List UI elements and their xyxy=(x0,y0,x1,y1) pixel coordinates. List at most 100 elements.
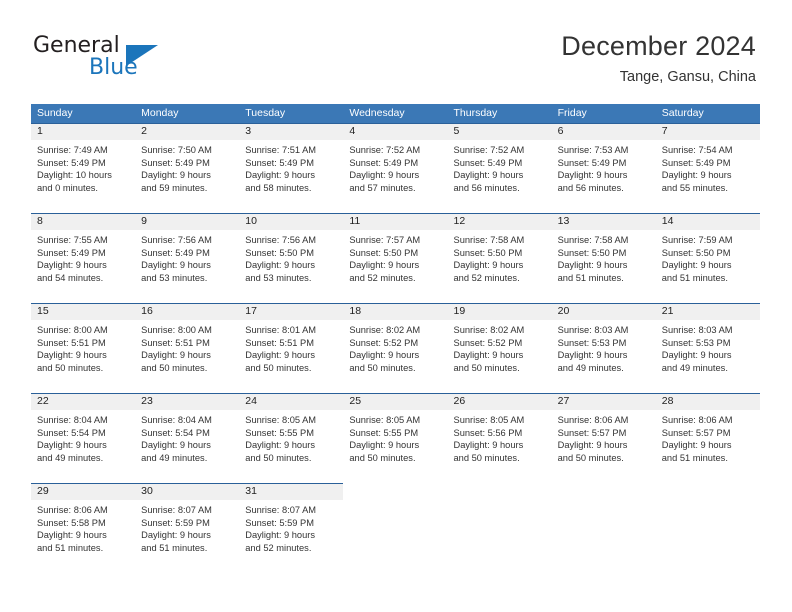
day-details: Sunrise: 8:00 AM Sunset: 5:51 PM Daylight:… xyxy=(135,320,239,374)
sunset-time: Sunset: 5:56 PM xyxy=(453,427,523,438)
daylight-duration-line2: and 51 minutes. xyxy=(661,452,728,463)
day-cell[interactable]: 8 Sunrise: 7:55 AM Sunset: 5:49 PM Daylight… xyxy=(31,213,136,303)
daylight-duration-line1: Daylight: 9 hours xyxy=(661,170,732,181)
day-number-band: 26 xyxy=(447,393,552,410)
day-cell[interactable]: 7 Sunrise: 7:54 AM Sunset: 5:49 PM Daylight… xyxy=(655,123,760,213)
day-number-band: 19 xyxy=(447,303,552,320)
day-cell-empty xyxy=(656,483,760,573)
sunrise-time: Sunrise: 7:51 AM xyxy=(245,145,317,155)
sunrise-time: Sunrise: 8:03 AM xyxy=(661,325,733,335)
day-number-band: 6 xyxy=(551,123,656,140)
day-cell[interactable]: 4 Sunrise: 7:52 AM Sunset: 5:49 PM Daylight… xyxy=(343,123,448,213)
day-details: Sunrise: 8:02 AM Sunset: 5:52 PM Daylight:… xyxy=(448,320,552,374)
weekday-header-monday: Monday xyxy=(141,107,179,119)
day-cell[interactable]: 10 Sunrise: 7:56 AM Sunset: 5:50 PM Dayligh… xyxy=(239,213,344,303)
day-cell-empty xyxy=(552,483,656,573)
day-cell[interactable]: 26 Sunrise: 8:05 AM Sunset: 5:56 PM Dayligh… xyxy=(447,393,552,483)
weekday-header-friday: Friday xyxy=(557,107,587,119)
sunset-time: Sunset: 5:49 PM xyxy=(141,247,210,258)
daylight-duration-line2: and 50 minutes. xyxy=(37,362,104,373)
sunset-time: Sunset: 5:49 PM xyxy=(557,157,627,168)
sunset-time: Sunset: 5:53 PM xyxy=(557,337,627,348)
day-cell[interactable]: 12 Sunrise: 7:58 AM Sunset: 5:50 PM Dayligh… xyxy=(447,213,552,303)
daylight-duration-line2: and 50 minutes. xyxy=(245,452,312,463)
day-cell[interactable]: 20 Sunrise: 8:03 AM Sunset: 5:53 PM Dayligh… xyxy=(551,303,656,393)
day-cell[interactable]: 17 Sunrise: 8:01 AM Sunset: 5:51 PM Dayligh… xyxy=(239,303,344,393)
sunset-time: Sunset: 5:59 PM xyxy=(245,517,314,528)
sunrise-time: Sunrise: 8:02 AM xyxy=(349,325,421,335)
day-cell[interactable]: 25 Sunrise: 8:05 AM Sunset: 5:55 PM Dayligh… xyxy=(343,393,448,483)
day-cell[interactable]: 14 Sunrise: 7:59 AM Sunset: 5:50 PM Dayligh… xyxy=(655,213,760,303)
day-number: 22 xyxy=(37,395,49,407)
daylight-duration-line1: Daylight: 9 hours xyxy=(661,440,732,451)
sunset-time: Sunset: 5:50 PM xyxy=(453,247,523,258)
day-number: 1 xyxy=(37,125,43,137)
day-number: 9 xyxy=(141,215,147,227)
sunrise-time: Sunrise: 7:56 AM xyxy=(245,235,317,245)
day-cell[interactable]: 24 Sunrise: 8:05 AM Sunset: 5:55 PM Dayligh… xyxy=(239,393,344,483)
day-number-band: 3 xyxy=(239,123,344,140)
daylight-duration-line1: Daylight: 9 hours xyxy=(557,170,628,181)
day-cell[interactable]: 22 Sunrise: 8:04 AM Sunset: 5:54 PM Dayligh… xyxy=(31,393,136,483)
weekday-header-sunday: Sunday xyxy=(37,107,73,119)
sunset-time: Sunset: 5:50 PM xyxy=(557,247,627,258)
day-cell[interactable]: 30 Sunrise: 8:07 AM Sunset: 5:59 PM Dayligh… xyxy=(135,483,240,573)
day-cell[interactable]: 1 Sunrise: 7:49 AM Sunset: 5:49 PM Daylight… xyxy=(31,123,136,213)
day-number-band: 30 xyxy=(135,483,240,500)
day-details: Sunrise: 7:53 AM Sunset: 5:49 PM Daylight:… xyxy=(552,140,656,194)
sunset-time: Sunset: 5:49 PM xyxy=(453,157,523,168)
daylight-duration-line2: and 54 minutes. xyxy=(37,272,104,283)
day-number: 18 xyxy=(349,305,362,317)
weekday-header-thursday: Thursday xyxy=(453,107,498,119)
day-cell[interactable]: 5 Sunrise: 7:52 AM Sunset: 5:49 PM Daylight… xyxy=(447,123,552,213)
sunset-time: Sunset: 5:55 PM xyxy=(245,427,314,438)
day-details: Sunrise: 8:02 AM Sunset: 5:52 PM Daylight:… xyxy=(343,320,447,374)
day-number: 2 xyxy=(141,125,147,137)
day-number: 11 xyxy=(349,215,361,227)
day-cell[interactable]: 21 Sunrise: 8:03 AM Sunset: 5:53 PM Dayligh… xyxy=(655,303,760,393)
sunrise-time: Sunrise: 7:58 AM xyxy=(557,235,629,245)
daylight-duration-line2: and 50 minutes. xyxy=(245,362,312,373)
daylight-duration-line2: and 51 minutes. xyxy=(37,542,104,553)
day-cell[interactable]: 15 Sunrise: 8:00 AM Sunset: 5:51 PM Dayligh… xyxy=(31,303,136,393)
day-number-band: 31 xyxy=(239,483,344,500)
day-cell[interactable]: 2 Sunrise: 7:50 AM Sunset: 5:49 PM Daylight… xyxy=(135,123,240,213)
day-cell[interactable]: 28 Sunrise: 8:06 AM Sunset: 5:57 PM Dayligh… xyxy=(655,393,760,483)
day-number: 10 xyxy=(245,215,257,227)
day-cell[interactable]: 19 Sunrise: 8:02 AM Sunset: 5:52 PM Dayligh… xyxy=(447,303,552,393)
day-cell[interactable]: 11 Sunrise: 7:57 AM Sunset: 5:50 PM Dayligh… xyxy=(343,213,448,303)
day-number-band: 24 xyxy=(239,393,344,410)
day-cell[interactable]: 29 Sunrise: 8:06 AM Sunset: 5:58 PM Dayligh… xyxy=(31,483,136,573)
day-cell[interactable]: 18 Sunrise: 8:02 AM Sunset: 5:52 PM Dayligh… xyxy=(343,303,448,393)
day-details: Sunrise: 8:03 AM Sunset: 5:53 PM Daylight:… xyxy=(656,320,760,374)
daylight-duration-line2: and 49 minutes. xyxy=(37,452,104,463)
day-number: 5 xyxy=(453,125,460,137)
sunset-time: Sunset: 5:53 PM xyxy=(661,337,731,348)
day-number-band: 16 xyxy=(135,303,240,320)
day-cell[interactable]: 13 Sunrise: 7:58 AM Sunset: 5:50 PM Dayligh… xyxy=(551,213,656,303)
daylight-duration-line2: and 49 minutes. xyxy=(557,362,624,373)
sunset-time: Sunset: 5:54 PM xyxy=(141,427,210,438)
sunset-time: Sunset: 5:49 PM xyxy=(349,157,419,168)
day-number: 7 xyxy=(661,125,668,137)
week-row: 8 Sunrise: 7:55 AM Sunset: 5:49 PM Daylight… xyxy=(31,213,760,303)
daylight-duration-line1: Daylight: 9 hours xyxy=(349,260,420,271)
day-cell[interactable]: 3 Sunrise: 7:51 AM Sunset: 5:49 PM Daylight… xyxy=(239,123,344,213)
sunrise-time: Sunrise: 7:56 AM xyxy=(141,235,212,245)
day-cell[interactable]: 23 Sunrise: 8:04 AM Sunset: 5:54 PM Dayligh… xyxy=(135,393,240,483)
day-cell[interactable]: 9 Sunrise: 7:56 AM Sunset: 5:49 PM Daylight… xyxy=(135,213,240,303)
day-cell[interactable]: 6 Sunrise: 7:53 AM Sunset: 5:49 PM Daylight… xyxy=(551,123,656,213)
sunset-time: Sunset: 5:49 PM xyxy=(245,157,314,168)
day-cell[interactable]: 31 Sunrise: 8:07 AM Sunset: 5:59 PM Dayligh… xyxy=(239,483,344,573)
day-cell[interactable]: 27 Sunrise: 8:06 AM Sunset: 5:57 PM Dayligh… xyxy=(551,393,656,483)
sunrise-time: Sunrise: 8:01 AM xyxy=(245,325,317,335)
sunrise-time: Sunrise: 7:54 AM xyxy=(661,145,733,155)
daylight-duration-line2: and 50 minutes. xyxy=(141,362,208,373)
calendar-grid: Sunday Monday Tuesday Wednesday Thursday… xyxy=(31,104,760,573)
daylight-duration-line1: Daylight: 9 hours xyxy=(453,170,524,181)
daylight-duration-line2: and 53 minutes. xyxy=(141,272,208,283)
brand-logo[interactable]: General Blue xyxy=(33,34,273,86)
day-cell[interactable]: 16 Sunrise: 8:00 AM Sunset: 5:51 PM Dayligh… xyxy=(135,303,240,393)
daylight-duration-line2: and 51 minutes. xyxy=(661,272,728,283)
day-details: Sunrise: 7:57 AM Sunset: 5:50 PM Daylight:… xyxy=(343,230,447,284)
